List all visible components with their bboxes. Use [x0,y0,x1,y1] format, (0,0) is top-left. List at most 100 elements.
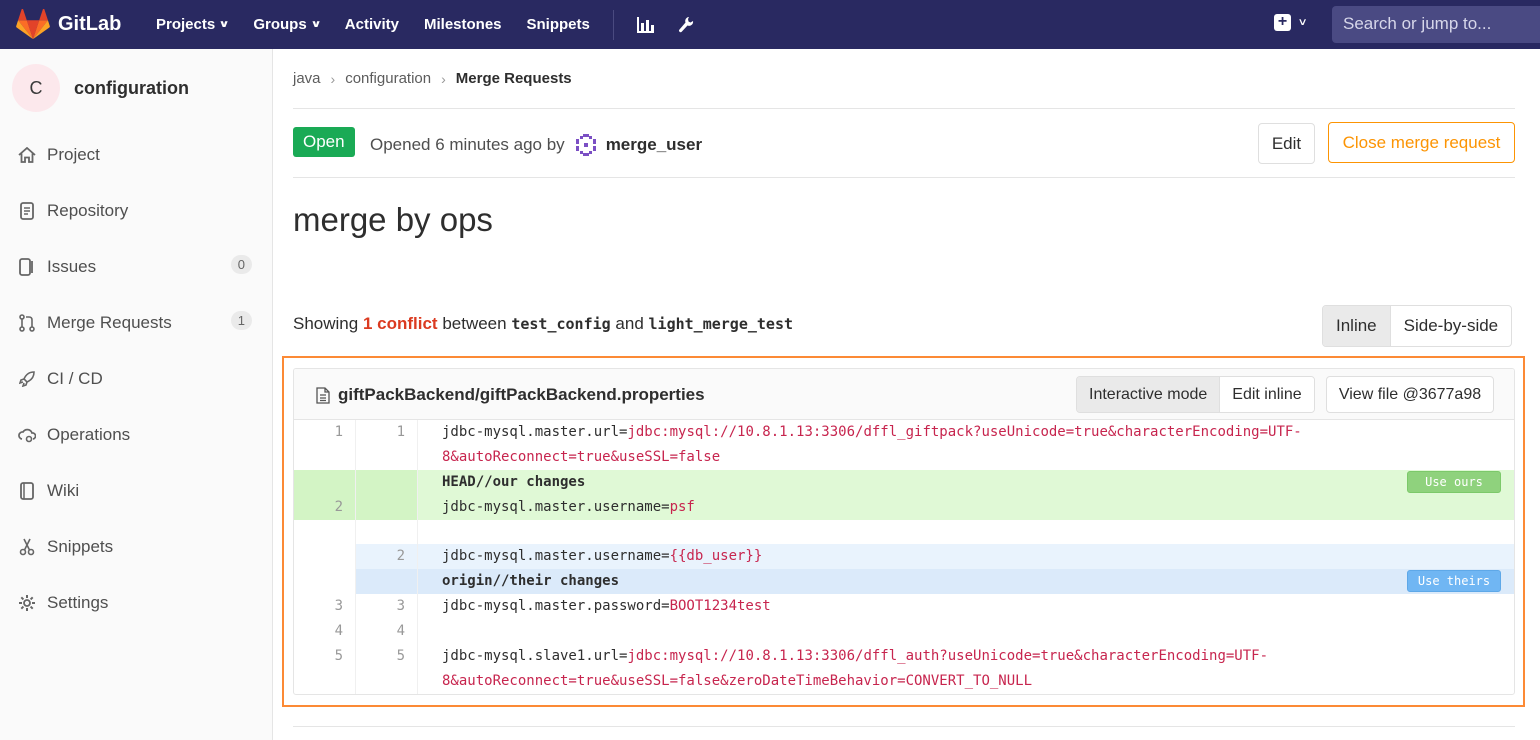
sidebar-item-settings[interactable]: Settings [0,575,272,631]
file-icon [316,386,330,404]
use-ours-button[interactable]: Use ours [1407,471,1501,493]
ours-header-row: HEAD//our changes Use ours [294,470,1514,495]
sidebar-item-label: Repository [47,201,129,220]
sidebar-item-label: CI / CD [47,369,103,388]
breadcrumb-current[interactable]: Merge Requests [456,70,572,87]
breadcrumb-item-configuration[interactable]: configuration [345,70,431,87]
nav-snippets[interactable]: Snippets [527,16,590,33]
old-line-number: 5 [294,644,356,694]
theirs-header-row: origin//their changes Use theirs [294,569,1514,594]
divider [293,726,1515,727]
theirs-line: 2 jdbc-mysql.master.username={{db_user}} [294,544,1514,569]
cloud-gear-icon [18,426,36,444]
conflict-summary: Showing 1 conflict between test_config a… [293,314,794,333]
sidebar-item-project[interactable]: Project [0,127,272,183]
ours-line: 2 jdbc-mysql.master.username=psf [294,495,1514,520]
rocket-icon [18,370,36,388]
line-content [418,619,1514,644]
side-by-side-view-button[interactable]: Side-by-side [1391,306,1511,346]
sidebar-project-header[interactable]: C configuration [0,49,272,127]
chevron-right-icon: › [330,70,336,87]
plus-icon: + [1274,14,1291,31]
line-content: jdbc-mysql.slave1.url=jdbc:mysql://10.8.… [442,648,1269,689]
nav-activity[interactable]: Activity [345,16,399,33]
target-branch: light_merge_test [648,315,794,333]
sidebar-item-ci-cd[interactable]: CI / CD [0,351,272,407]
use-theirs-button[interactable]: Use theirs [1407,570,1501,592]
new-line-number: 2 [356,544,418,569]
view-mode-toggle: Inline Side-by-side [1322,305,1513,347]
nav-divider [612,9,614,40]
gear-icon [18,594,36,612]
home-icon [18,146,36,164]
merge-requests-count-badge: 1 [230,311,252,330]
new-dropdown-button[interactable]: + ∨ [1274,14,1308,31]
chart-icon[interactable] [626,16,666,33]
view-file-button[interactable]: View file @3677a98 [1326,376,1494,413]
theirs-header: origin//their changes [442,573,620,589]
breadcrumb: java › configuration › Merge Requests [293,49,1515,109]
sidebar-item-wiki[interactable]: Wiki [0,463,272,519]
diff-line: 3 3 jdbc-mysql.master.password=BOOT1234t… [294,594,1514,619]
old-line-number: 3 [294,594,356,619]
old-line-number: 4 [294,619,356,644]
user-avatar[interactable] [573,132,599,158]
inline-view-button[interactable]: Inline [1323,306,1391,346]
file-name: giftPackBackend/giftPackBackend.properti… [316,385,705,405]
chevron-down-icon: ∨ [310,19,322,30]
sidebar-item-issues[interactable]: Issues 0 [0,239,272,295]
opened-text: Opened 6 minutes ago by [370,135,565,154]
diff-line: 5 5 jdbc-mysql.slave1.url=jdbc:mysql://1… [294,644,1514,694]
project-sidebar: C configuration Project Repository Issue… [0,49,273,740]
close-merge-request-button[interactable]: Close merge request [1328,122,1515,163]
separator-row [294,520,1514,544]
diff-line: 1 1 jdbc-mysql.master.url=jdbc:mysql://1… [294,420,1514,470]
edit-inline-button[interactable]: Edit inline [1220,377,1314,412]
chevron-down-icon: ∨ [1297,17,1308,28]
mr-author-info: Opened 6 minutes ago by merge_user [370,132,702,158]
wrench-icon[interactable] [666,16,706,34]
interactive-mode-button[interactable]: Interactive mode [1077,377,1221,412]
merge-request-icon [18,314,36,332]
mr-header: Open Opened 6 minutes ago by merge_user … [293,110,1515,178]
sidebar-item-operations[interactable]: Operations [0,407,272,463]
new-line-number: 1 [356,420,418,470]
author-name[interactable]: merge_user [606,135,702,155]
chevron-down-icon: ∨ [218,19,230,30]
line-content: jdbc-mysql.master.username={{db_user}} [442,548,763,564]
main-content: java › configuration › Merge Requests Op… [273,49,1540,740]
top-navbar: GitLab Projects ∨ Groups ∨ Activity Milest… [0,0,1540,49]
page-title: merge by ops [293,201,493,238]
line-content: jdbc-mysql.master.password=BOOT1234test [442,598,771,614]
line-content: jdbc-mysql.master.username=psf [442,499,695,515]
sidebar-item-merge-requests[interactable]: Merge Requests 1 [0,295,272,351]
sidebar-item-repository[interactable]: Repository [0,183,272,239]
breadcrumb-item-java[interactable]: java [293,70,321,87]
resolve-mode-toggle: Interactive mode Edit inline [1076,376,1315,413]
search-input[interactable]: Search or jump to... [1332,6,1540,43]
project-name: configuration [74,77,189,98]
sidebar-item-snippets[interactable]: Snippets [0,519,272,575]
edit-button[interactable]: Edit [1258,123,1315,164]
source-branch: test_config [511,315,611,333]
nav-milestones[interactable]: Milestones [424,16,502,33]
brand-name: GitLab [58,13,122,35]
book-icon [18,482,36,500]
gitlab-logo[interactable]: GitLab [16,8,156,41]
line-content: jdbc-mysql.master.url=jdbc:mysql://10.8.… [442,424,1302,465]
nav-projects[interactable]: Projects ∨ [156,16,230,33]
sidebar-item-label: Project [47,145,100,164]
chevron-right-icon: › [441,70,446,87]
diff-line: 4 4 [294,619,1514,644]
new-line-number: 4 [356,619,418,644]
sidebar-item-label: Wiki [47,481,80,500]
nav-groups[interactable]: Groups ∨ [253,16,322,33]
old-line-number: 2 [294,495,356,520]
repository-icon [18,202,36,220]
project-avatar: C [12,64,60,112]
sidebar-item-label: Operations [47,425,131,444]
conflict-count: 1 conflict [362,314,438,333]
new-line-number: 3 [356,594,418,619]
sidebar-item-label: Snippets [47,537,114,556]
old-line-number: 1 [294,420,356,470]
